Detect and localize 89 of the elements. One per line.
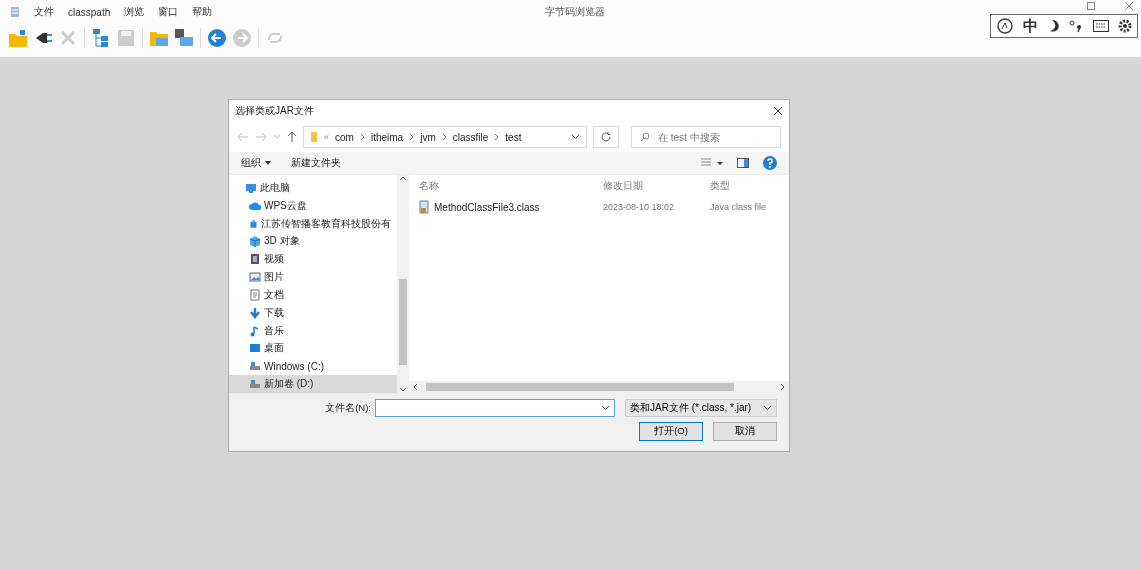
drive-icon: [249, 378, 261, 390]
caret-icon: [601, 405, 610, 411]
field-label: 文件名(N):: [325, 401, 371, 415]
caret-icon: [265, 161, 271, 165]
caret-icon[interactable]: [571, 134, 580, 140]
scroll-up-icon[interactable]: [399, 175, 407, 181]
punctuation-icon[interactable]: [1069, 19, 1084, 33]
scroll-right-icon[interactable]: [780, 383, 786, 391]
breadcrumb-item[interactable]: itheima: [370, 131, 404, 143]
back-icon[interactable]: [207, 28, 227, 48]
organize-menu[interactable]: 组织: [241, 156, 271, 170]
nav-item[interactable]: 新加卷 (D:): [229, 375, 397, 393]
preview-pane-icon[interactable]: [737, 158, 749, 168]
film-icon: [249, 253, 261, 266]
window-title: 字节码浏览器: [545, 5, 605, 19]
tree-icon[interactable]: [91, 28, 111, 48]
breadcrumb-item[interactable]: com: [335, 131, 354, 143]
scroll-thumb[interactable]: [426, 383, 734, 391]
new-folder-button[interactable]: 新建文件夹: [291, 156, 341, 170]
scroll-down-icon[interactable]: [399, 387, 407, 393]
download-icon: [249, 306, 261, 319]
file-name: MethodClassFile3.class: [434, 201, 540, 213]
folder-icon[interactable]: [8, 28, 28, 48]
desktop-icon: [249, 342, 261, 355]
file-date: 2023-08-10 18:02: [603, 202, 676, 212]
chevron-icon[interactable]: [409, 133, 415, 141]
nav-item[interactable]: 江苏传智播客教育科技股份有: [229, 214, 397, 233]
file-type: Java class file: [710, 202, 768, 212]
maximize-icon[interactable]: [1087, 2, 1095, 10]
search-field[interactable]: 在 test 中搜索: [631, 126, 781, 148]
nav-item[interactable]: 音乐: [229, 321, 397, 340]
breadcrumb-item[interactable]: classfile: [452, 131, 489, 143]
scrollbar[interactable]: [409, 381, 789, 393]
caret-icon: [763, 405, 772, 411]
close-icon[interactable]: [773, 106, 783, 116]
keyboard-icon[interactable]: [1092, 20, 1109, 32]
file-row[interactable]: MethodClassFile3.class 2023-08-10 18:02 Java class file: [419, 197, 789, 217]
filename-field[interactable]: [375, 399, 615, 417]
breadcrumb-item[interactable]: jvm: [420, 131, 436, 143]
dialog-title: 选择类或JAR文件: [235, 104, 314, 118]
settings-icon[interactable]: [1118, 19, 1133, 33]
nav-item[interactable]: 桌面: [229, 339, 397, 358]
menu-item[interactable]: 帮助: [192, 5, 213, 19]
computer-icon: [245, 181, 257, 194]
overflow-icon[interactable]: «: [324, 132, 329, 142]
drive-icon: [249, 360, 261, 373]
nav-item[interactable]: 下载: [229, 303, 397, 322]
refresh-button[interactable]: [593, 126, 619, 148]
chevron-icon[interactable]: [441, 133, 447, 141]
file-type-dropdown[interactable]: 类和JAR文件 (*.class, *.jar): [625, 399, 777, 417]
file-icon: [419, 200, 429, 214]
search-icon: [640, 132, 650, 142]
input-mode[interactable]: 中: [1023, 16, 1039, 36]
nav-item[interactable]: 此电脑: [229, 179, 397, 197]
nav-item[interactable]: 视频: [229, 250, 397, 269]
nav-item[interactable]: Windows (C:): [229, 357, 397, 376]
menu-item[interactable]: classpath: [68, 6, 111, 18]
nav-item[interactable]: 图片: [229, 268, 397, 286]
chevron-icon[interactable]: [359, 133, 365, 141]
folder-icon: [310, 131, 318, 143]
gauge-icon[interactable]: [995, 17, 1014, 35]
nav-item[interactable]: 文档: [229, 285, 397, 304]
menu-item[interactable]: 浏览: [124, 5, 145, 19]
open-button[interactable]: 打开(O): [639, 422, 703, 441]
menu-item[interactable]: 窗口: [158, 5, 179, 19]
column-header[interactable]: 名称: [419, 179, 603, 193]
column-header[interactable]: 修改日期: [603, 179, 710, 193]
document-icon: [249, 288, 261, 301]
column-header[interactable]: 类型: [710, 179, 788, 193]
cube-icon: [249, 235, 261, 248]
view-icon[interactable]: [701, 158, 723, 168]
menu-item[interactable]: 文件: [34, 5, 54, 19]
cancel-button[interactable]: 取消: [713, 422, 777, 441]
image-icon: [249, 271, 261, 284]
refresh-icon: [600, 131, 612, 143]
help-icon[interactable]: [763, 156, 777, 170]
cloud-icon: [249, 199, 261, 212]
music-note-icon: [249, 324, 261, 337]
address-bar[interactable]: « com itheima jvm classfile test: [303, 126, 587, 148]
scrollbar[interactable]: [397, 175, 409, 393]
app-icon: [10, 6, 20, 18]
building-icon: [249, 217, 258, 230]
chevron-icon[interactable]: [494, 133, 500, 141]
scroll-thumb[interactable]: [399, 279, 407, 365]
up-icon[interactable]: [287, 131, 297, 143]
breadcrumb-item[interactable]: test: [505, 131, 522, 143]
nav-item[interactable]: WPS云盘: [229, 196, 397, 215]
scroll-left-icon[interactable]: [412, 383, 418, 391]
nav-item[interactable]: 3D 对象: [229, 232, 397, 251]
